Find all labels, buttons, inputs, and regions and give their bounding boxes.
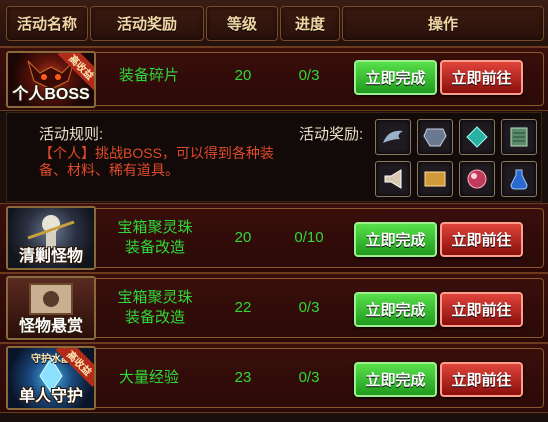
- header-level: 等级: [206, 6, 278, 41]
- level-value: 20: [234, 229, 252, 246]
- reward-line-1: 宝箱聚灵珠: [117, 289, 193, 306]
- reward-text: 大量经验: [118, 369, 179, 386]
- orb-icon[interactable]: [459, 161, 495, 197]
- map-scroll-icon[interactable]: [417, 161, 453, 197]
- activity-name: 怪物悬赏: [18, 318, 83, 335]
- boss-thumbnail[interactable]: 高收益 个人BOSS: [6, 51, 96, 108]
- rules-title: 活动规则:: [39, 126, 104, 143]
- activity-name: 单人守护: [18, 388, 83, 405]
- activity-row-monster-bounty: 怪物悬赏 宝箱聚灵珠 装备改造 22 0/3 立即完成 立即前往: [0, 273, 548, 343]
- armor-icon[interactable]: [417, 119, 453, 155]
- activity-name: 清剿怪物: [18, 248, 83, 265]
- reward-line-1: 宝箱聚灵珠: [117, 219, 193, 236]
- level-value: 20: [234, 67, 252, 84]
- rules-panel: 活动规则: 【个人】挑战BOSS，可以得到各种装备、材料、稀有道具。 活动奖励:: [6, 112, 542, 202]
- progress-value: 0/10: [294, 229, 324, 246]
- complete-now-button[interactable]: 立即完成: [354, 60, 437, 95]
- reward-text: 装备碎片: [118, 67, 179, 84]
- header-name: 活动名称: [6, 6, 88, 41]
- gem-icon[interactable]: [459, 119, 495, 155]
- progress-value: 0/3: [298, 299, 320, 316]
- activity-name: 个人BOSS: [12, 86, 90, 103]
- table-header: 活动名称 活动奖励 等级 进度 操作: [0, 0, 548, 48]
- reward-line-2: 装备改造: [124, 239, 185, 256]
- header-progress: 进度: [280, 6, 340, 41]
- activity-row-boss: 高收益 个人BOSS 装备碎片 20 0/3 立即完成 立即前往: [0, 47, 548, 111]
- go-now-button[interactable]: 立即前往: [440, 222, 523, 257]
- activity-row-solo-guard: 守护水晶 高收益 单人守护 大量经验 23 0/3 立即完成 立即前往: [0, 343, 548, 413]
- activity-row-clear-monsters: 清剿怪物 宝箱聚灵珠 装备改造 20 0/10 立即完成 立即前往: [0, 203, 548, 273]
- rewards-title: 活动奖励:: [299, 126, 364, 143]
- complete-now-button[interactable]: 立即完成: [354, 362, 437, 397]
- horn-icon[interactable]: [375, 161, 411, 197]
- level-value: 23: [234, 369, 252, 386]
- complete-now-button[interactable]: 立即完成: [354, 222, 437, 257]
- go-now-button[interactable]: 立即前往: [440, 60, 523, 95]
- clear-monsters-thumbnail[interactable]: 清剿怪物: [6, 206, 96, 270]
- complete-now-button[interactable]: 立即完成: [354, 292, 437, 327]
- rules-text: 【个人】挑战BOSS，可以得到各种装备、材料、稀有道具。: [39, 145, 274, 178]
- progress-value: 0/3: [298, 67, 320, 84]
- header-reward: 活动奖励: [90, 6, 204, 41]
- solo-guard-thumbnail[interactable]: 守护水晶 高收益 单人守护: [6, 346, 96, 410]
- level-value: 22: [234, 299, 252, 316]
- monster-bounty-thumbnail[interactable]: 怪物悬赏: [6, 276, 96, 340]
- wing-icon[interactable]: [375, 119, 411, 155]
- go-now-button[interactable]: 立即前往: [440, 362, 523, 397]
- header-action: 操作: [342, 6, 544, 41]
- scroll-box-icon[interactable]: [501, 119, 537, 155]
- activity-panel: { "header": { "col_name": "活动名称", "col_r…: [0, 0, 548, 422]
- go-now-button[interactable]: 立即前往: [440, 292, 523, 327]
- reward-line-2: 装备改造: [124, 309, 185, 326]
- progress-value: 0/3: [298, 369, 320, 386]
- potion-icon[interactable]: [501, 161, 537, 197]
